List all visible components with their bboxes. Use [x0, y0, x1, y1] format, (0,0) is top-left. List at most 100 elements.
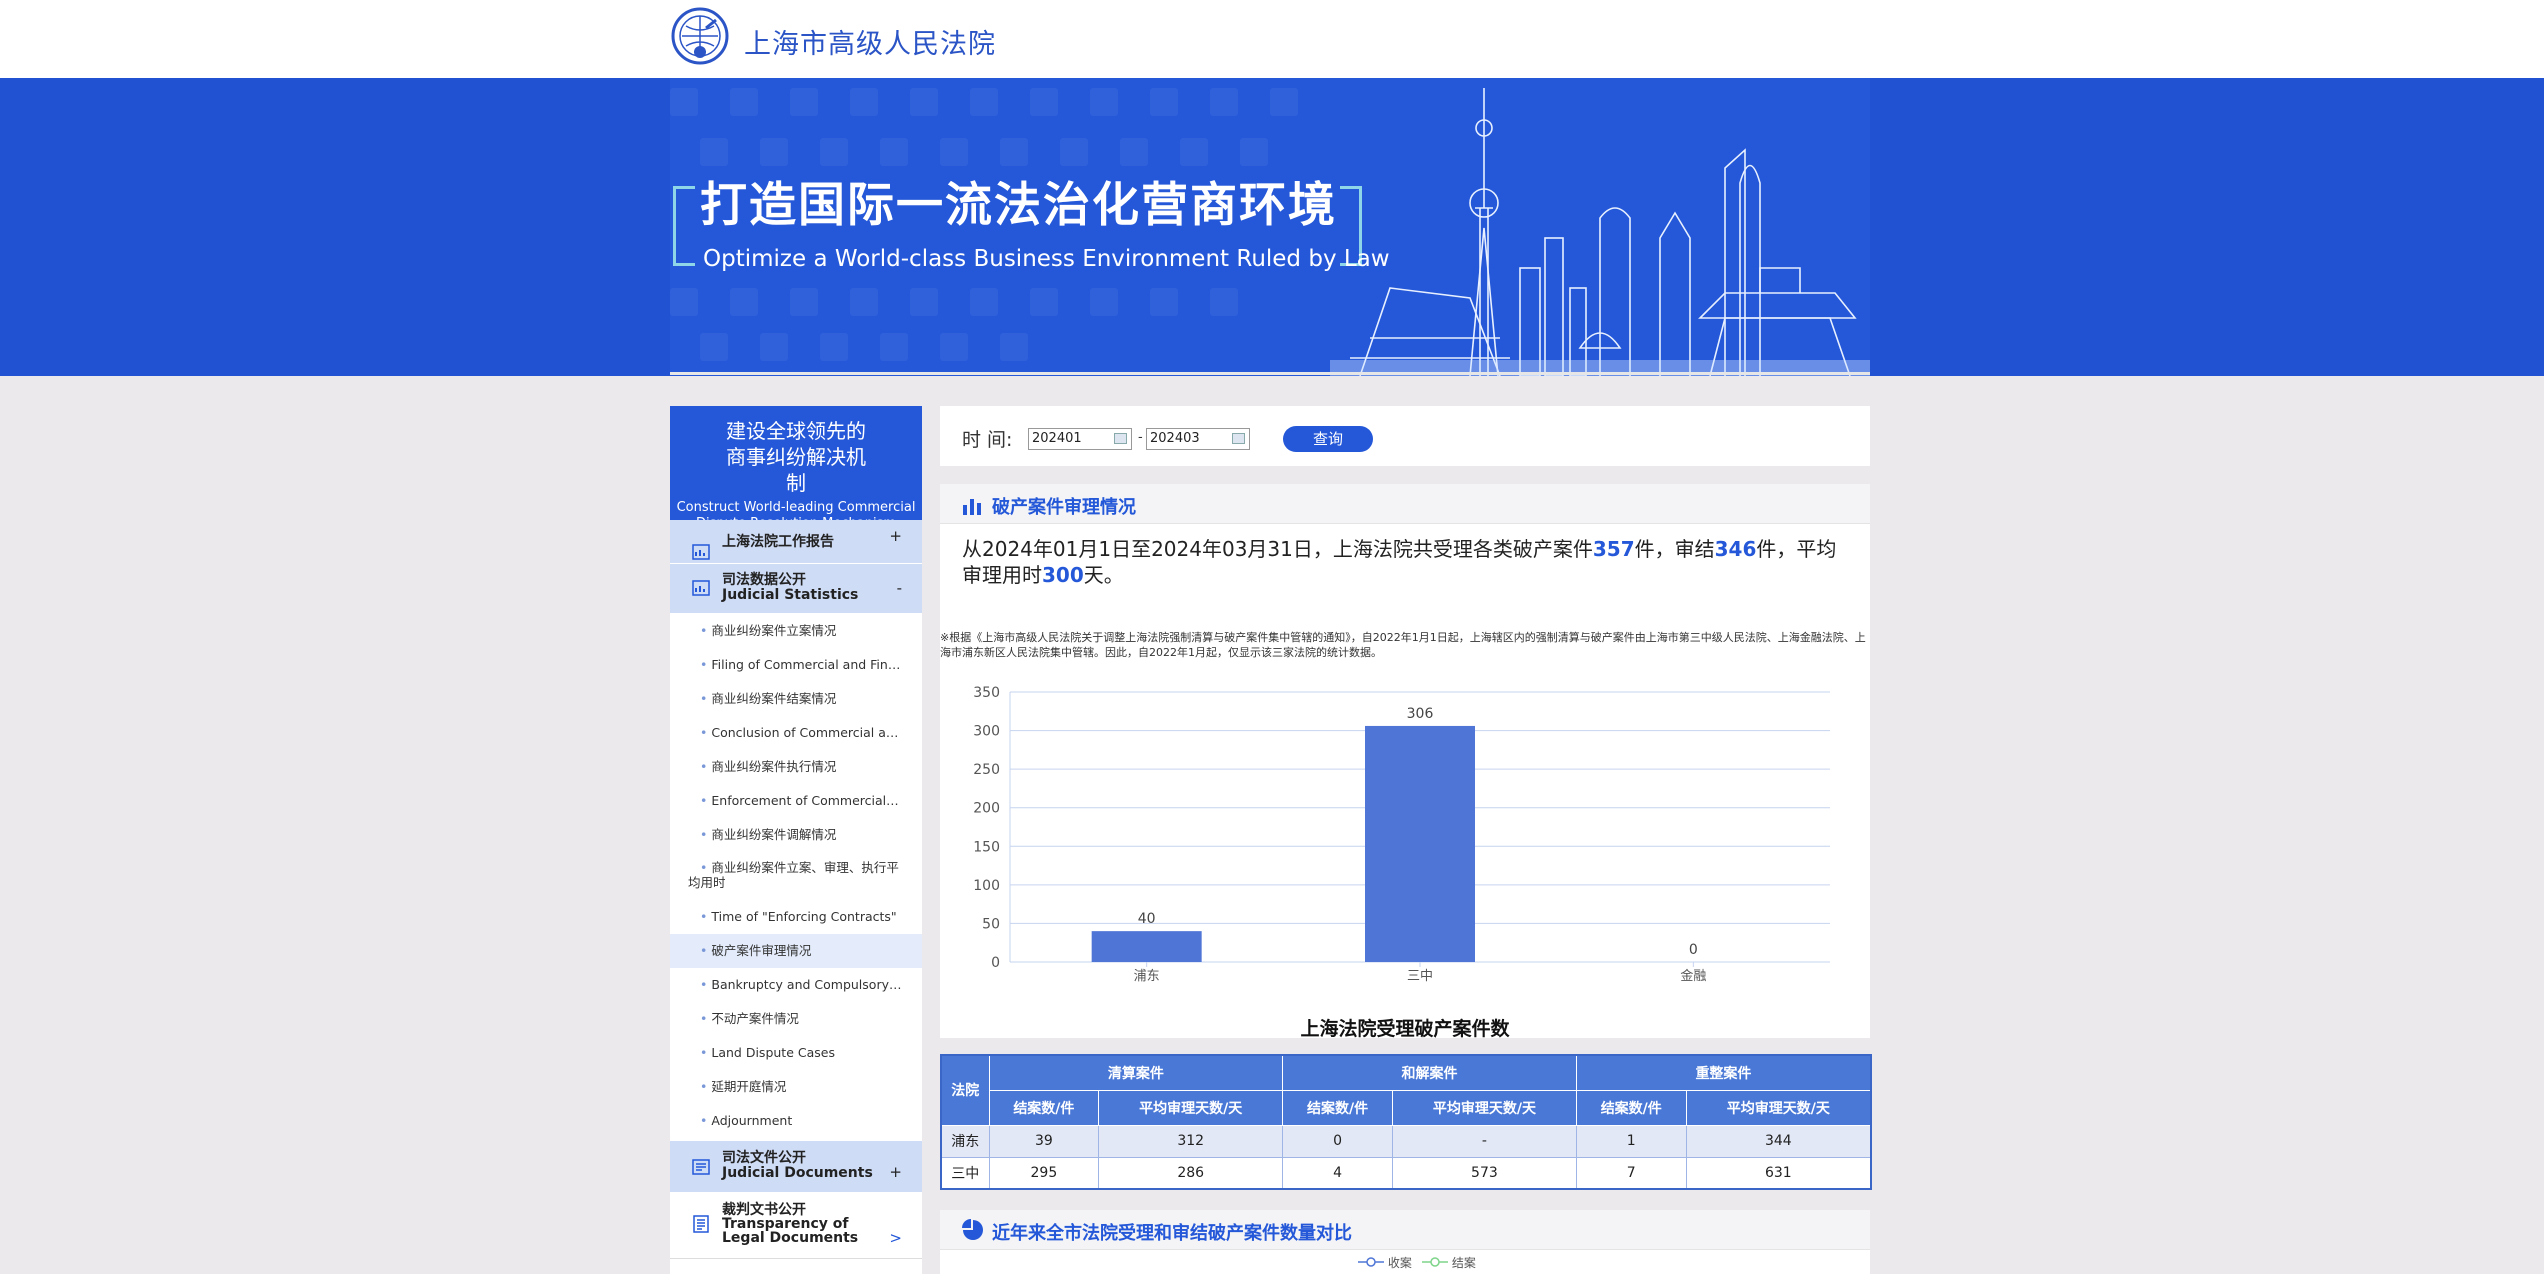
y-tick-label: 50 [982, 916, 1000, 932]
y-tick-label: 200 [973, 801, 1000, 817]
sidebar-heading-cn: 建设全球领先的商事纠纷解决机制 [726, 419, 866, 495]
query-button[interactable]: 查询 [1283, 426, 1373, 452]
y-tick-label: 300 [973, 724, 1000, 740]
jurisdiction-note: ※根据《上海市高级人民法院关于调整上海法院强制清算与破产案件集中管辖的通知》，自… [940, 631, 1866, 659]
pie-chart-icon [962, 1219, 983, 1240]
legend-line-icon [1358, 1257, 1384, 1267]
legend-line-icon [1422, 1257, 1448, 1267]
bar [1091, 931, 1202, 962]
sidebar-section-label-cn: 司法数据公开 [722, 572, 806, 588]
expand-toggle[interactable]: + [889, 1165, 902, 1180]
sidebar-section-judicial-documents[interactable]: 司法文件公开 Judicial Documents + [670, 1141, 922, 1193]
sidebar-item[interactable]: • Adjournment [670, 1104, 922, 1138]
table-subheader: 结案数/件 [988, 1089, 1100, 1126]
collapse-toggle[interactable]: - [897, 581, 902, 596]
end-date-input[interactable]: 202403 [1146, 428, 1250, 450]
bar-chart-icon [963, 499, 981, 515]
sidebar-item[interactable]: • 商业纠纷案件立案、审理、执行平均用时 [670, 852, 922, 900]
time-label: 时 间: [962, 429, 1013, 451]
sidebar-item[interactable]: • 不动产案件情况 [670, 1002, 922, 1036]
x-tick-label: 三中 [1407, 969, 1433, 984]
table-row: 浦东 39 312 0 - 1 344 [940, 1124, 1872, 1158]
table-subheader: 结案数/件 [1282, 1089, 1393, 1126]
document-icon [692, 1215, 710, 1233]
section-header: 近年来全市法院受理和审结破产案件数量对比 [940, 1210, 1870, 1250]
average-days: 300 [1042, 563, 1084, 587]
date-separator: - [1138, 430, 1143, 445]
sidebar-item[interactable]: • 商业纠纷案件结案情况 [670, 682, 922, 716]
banner-subtitle: Optimize a World-class Business Environm… [703, 246, 1390, 272]
time-query-panel: 时 间: 202401 - 202403 查询 [940, 406, 1870, 466]
bankruptcy-bar-chart: 0 50 100 150 200 250 300 350 40 浦东 306 三中 0 金融 [973, 685, 1830, 984]
sidebar: 建设全球领先的商事纠纷解决机制 Construct World-leading … [670, 406, 922, 1274]
sidebar-item-active[interactable]: • 破产案件审理情况 [670, 934, 922, 968]
sidebar-item[interactable]: • Time of "Enforcing Contracts" [670, 900, 922, 934]
legend-item-received[interactable]: 收案 [1358, 1254, 1412, 1271]
comparison-panel: 近年来全市法院受理和审结破产案件数量对比 收案 结案 [940, 1210, 1870, 1274]
end-date-value: 202403 [1150, 431, 1200, 446]
table-subheader: 平均审理天数/天 [1685, 1089, 1872, 1126]
table-row: 三中 295 286 4 573 7 631 [940, 1156, 1872, 1190]
expand-toggle[interactable]: + [889, 514, 902, 558]
bankruptcy-stats-panel: 破产案件审理情况 从2024年01月1日至2024年03月31日，上海法院共受理… [940, 484, 1870, 1040]
table-header-group: 和解案件 [1282, 1054, 1577, 1091]
sidebar-section-label-cn: 裁判文书公开 [722, 1202, 806, 1218]
banner: 打造国际一流法治化营商环境 Optimize a World-class Bus… [0, 78, 2544, 376]
table-header-group: 重整案件 [1575, 1054, 1872, 1091]
y-tick-label: 250 [973, 762, 1000, 778]
table-header-group: 清算案件 [988, 1054, 1284, 1091]
y-tick-label: 350 [973, 685, 1000, 701]
sidebar-item[interactable]: • Land Dispute Cases [670, 1036, 922, 1070]
court-name[interactable]: 上海市高级人民法院 [744, 22, 996, 61]
bar-value-label: 0 [1689, 942, 1698, 958]
sidebar-item[interactable]: • Bankruptcy and Compulsory L.. [670, 968, 922, 1002]
section-title: 破产案件审理情况 [992, 497, 1136, 518]
bar-value-label: 40 [1138, 911, 1156, 927]
top-bar: 上海市高级人民法院 [0, 0, 2544, 78]
section-title: 近年来全市法院受理和审结破产案件数量对比 [992, 1223, 1352, 1244]
y-tick-label: 0 [991, 955, 1000, 971]
chart-icon [692, 534, 710, 560]
sidebar-item[interactable]: • Filing of Commercial and Finan.. [670, 648, 922, 682]
table-header-court: 法院 [940, 1054, 990, 1126]
sidebar-section-label-en: Judicial Statistics [722, 587, 859, 603]
start-date-input[interactable]: 202401 [1028, 428, 1132, 450]
sidebar-section-legal-documents[interactable]: 裁判文书公开 Transparency of Legal Documents > [670, 1193, 922, 1259]
y-tick-label: 150 [973, 839, 1000, 855]
sidebar-item[interactable]: • 商业纠纷案件立案情况 [670, 614, 922, 648]
sidebar-section-work-report[interactable]: 上海法院工作报告 + [670, 520, 922, 564]
calendar-icon[interactable] [1114, 433, 1127, 444]
sidebar-item[interactable]: • 商业纠纷案件调解情况 [670, 818, 922, 852]
concluded-count: 346 [1714, 537, 1757, 561]
sidebar-section-judicial-statistics[interactable]: 司法数据公开 Judicial Statistics - [670, 564, 922, 614]
bar [1365, 725, 1475, 962]
banner-divider [670, 372, 1870, 375]
document-icon [692, 1159, 710, 1175]
calendar-icon[interactable] [1232, 433, 1245, 444]
bankruptcy-cases-table: 法院 清算案件 和解案件 重整案件 结案数/件 平均审理天数/天 结案数/件 平… [940, 1054, 1872, 1190]
banner-title: 打造国际一流法治化营商环境 [700, 178, 1337, 233]
chart-title: 上海法院受理破产案件数 [1300, 1018, 1510, 1040]
sidebar-heading: 建设全球领先的商事纠纷解决机制 Construct World-leading … [670, 406, 922, 531]
shanghai-skyline-illustration [1330, 88, 1870, 376]
accepted-count: 357 [1592, 537, 1635, 561]
x-tick-label: 金融 [1680, 968, 1706, 984]
y-tick-label: 100 [973, 878, 1000, 894]
table-subheader: 平均审理天数/天 [1098, 1089, 1284, 1126]
chart-icon [692, 580, 710, 596]
banner-bracket-left [673, 186, 695, 266]
table-subheader: 结案数/件 [1575, 1089, 1687, 1126]
summary-text: 从2024年01月1日至2024年03月31日，上海法院共受理各类破产案件357… [962, 537, 1837, 587]
start-date-value: 202401 [1032, 431, 1082, 446]
bar-value-label: 306 [1407, 706, 1434, 722]
section-header: 破产案件审理情况 [940, 484, 1870, 524]
legend-item-concluded[interactable]: 结案 [1422, 1254, 1476, 1271]
sidebar-item[interactable]: • 延期开庭情况 [670, 1070, 922, 1104]
sidebar-section-label: 上海法院工作报告 [722, 534, 834, 550]
sidebar-item[interactable]: • Conclusion of Commercial and.. [670, 716, 922, 750]
court-emblem-icon[interactable] [670, 6, 730, 66]
sidebar-item[interactable]: • 商业纠纷案件执行情况 [670, 750, 922, 784]
sidebar-item[interactable]: • Enforcement of Commercial an.. [670, 784, 922, 818]
navigate-arrow-icon[interactable]: > [889, 1231, 902, 1246]
x-tick-label: 浦东 [1134, 969, 1160, 984]
